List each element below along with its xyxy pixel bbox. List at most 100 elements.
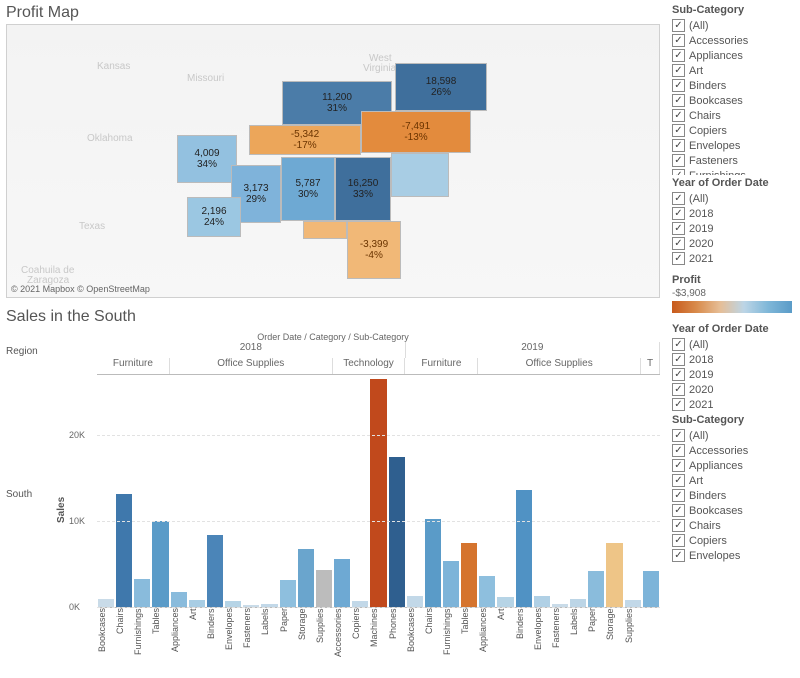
check-icon: ✓ xyxy=(672,519,685,532)
filter-checkbox[interactable]: ✓Bookcases xyxy=(672,503,800,518)
filter-checkbox[interactable]: ✓2021 xyxy=(672,397,800,412)
state-florida[interactable]: -3,399-4% xyxy=(347,221,401,279)
y-tick: 0K xyxy=(69,602,80,612)
bar-Tables[interactable] xyxy=(461,543,477,607)
sales-path: Order Date / Category / Sub-Category xyxy=(6,332,660,342)
filter-label: (All) xyxy=(689,20,709,32)
filter-checkbox[interactable]: ✓Art xyxy=(672,473,800,488)
bar-Furnishings[interactable] xyxy=(443,561,459,607)
state-arkansas[interactable]: 4,00934% xyxy=(177,135,237,183)
x-tick: Fasteners xyxy=(551,608,569,678)
filter-checkbox[interactable]: ✓2020 xyxy=(672,382,800,397)
filter-checkbox[interactable]: ✓Copiers xyxy=(672,533,800,548)
filter-checkbox[interactable]: ✓(All) xyxy=(672,428,800,443)
filter-label: 2018 xyxy=(689,354,713,366)
y-tick: 10K xyxy=(69,516,85,526)
filter-checkbox[interactable]: ✓Appliances xyxy=(672,48,800,63)
bar-Furnishings[interactable] xyxy=(134,579,150,607)
bar-Machines[interactable] xyxy=(370,379,386,607)
filter-checkbox[interactable]: ✓2018 xyxy=(672,206,800,221)
filter-checkbox[interactable]: ✓Chairs xyxy=(672,108,800,123)
check-icon: ✓ xyxy=(672,169,685,175)
filter-label: Chairs xyxy=(689,110,721,122)
bar-Accessories[interactable] xyxy=(334,559,350,607)
check-icon: ✓ xyxy=(672,368,685,381)
bar-Appliances[interactable] xyxy=(171,592,187,607)
map-bg-label: Texas xyxy=(79,221,105,232)
bar-Art[interactable] xyxy=(497,597,513,607)
x-tick: Chairs xyxy=(115,608,133,678)
x-tick: Tables xyxy=(151,608,169,678)
bar-Storage[interactable] xyxy=(298,549,314,607)
bar-Binders[interactable] xyxy=(207,535,223,607)
bar-Phones[interactable] xyxy=(389,457,405,607)
state-tennessee[interactable]: -5,342-17% xyxy=(249,125,361,155)
state-floridapan[interactable] xyxy=(303,221,347,239)
state-north-carolina[interactable]: -7,491-13% xyxy=(361,111,471,153)
filter-checkbox[interactable]: ✓Bookcases xyxy=(672,93,800,108)
filter-checkbox[interactable]: ✓(All) xyxy=(672,18,800,33)
check-icon: ✓ xyxy=(672,338,685,351)
filter-subcat-title: Sub-Category xyxy=(672,4,800,16)
filter-label: Accessories xyxy=(689,35,748,47)
bar-Bookcases[interactable] xyxy=(407,596,423,607)
region-value: South xyxy=(6,380,54,608)
bar-Binders[interactable] xyxy=(516,490,532,607)
check-icon: ✓ xyxy=(672,139,685,152)
sales-axis-label: Sales xyxy=(54,342,69,678)
state-south-carolina[interactable] xyxy=(391,153,449,197)
region-header: Region xyxy=(6,342,54,380)
filter-checkbox[interactable]: ✓2020 xyxy=(672,236,800,251)
filter-checkbox[interactable]: ✓Appliances xyxy=(672,458,800,473)
bar-Art[interactable] xyxy=(189,600,205,607)
filter-checkbox[interactable]: ✓2018 xyxy=(672,352,800,367)
filter-checkbox[interactable]: ✓(All) xyxy=(672,337,800,352)
filter-checkbox[interactable]: ✓Accessories xyxy=(672,33,800,48)
bar-Appliances[interactable] xyxy=(479,576,495,607)
x-tick xyxy=(642,608,660,678)
state-virginia[interactable]: 18,59826% xyxy=(395,63,487,111)
state-sales: 4,009 xyxy=(194,148,219,159)
filter-checkbox[interactable]: ✓Copiers xyxy=(672,123,800,138)
state-sales: 11,200 xyxy=(322,92,352,103)
x-tick: Accessories xyxy=(333,608,351,678)
state-alabama[interactable]: 5,78730% xyxy=(281,157,335,221)
map-bg-label: Kansas xyxy=(97,61,130,72)
x-tick: Bookcases xyxy=(406,608,424,678)
filter-checkbox[interactable]: ✓2019 xyxy=(672,367,800,382)
filter-checkbox[interactable]: ✓Envelopes xyxy=(672,138,800,153)
filter-checkbox[interactable]: ✓Art xyxy=(672,63,800,78)
bar-Supplies[interactable] xyxy=(625,600,641,607)
filter-checkbox[interactable]: ✓(All) xyxy=(672,191,800,206)
filter-label: 2021 xyxy=(689,253,713,265)
filter-checkbox[interactable]: ✓Furnishings xyxy=(672,168,800,175)
filter-checkbox[interactable]: ✓Fasteners xyxy=(672,153,800,168)
filter-label: 2019 xyxy=(689,223,713,235)
bar-Chairs[interactable] xyxy=(116,494,132,607)
bar-Bookcases[interactable] xyxy=(98,599,114,607)
bar-Envelopes[interactable] xyxy=(534,596,550,607)
sales-bar-chart[interactable]: 20182019 FurnitureOffice SuppliesTechnol… xyxy=(97,342,660,678)
bar-extra[interactable] xyxy=(643,571,659,607)
bar-Paper[interactable] xyxy=(588,571,604,607)
state-sales: 16,250 xyxy=(348,178,379,189)
profit-map[interactable]: KansasMissouriWestVirginiaOklahomaTexasC… xyxy=(6,24,660,298)
filter-label: Envelopes xyxy=(689,550,740,562)
filter-checkbox[interactable]: ✓Chairs xyxy=(672,518,800,533)
filter-checkbox[interactable]: ✓Binders xyxy=(672,488,800,503)
filter-checkbox[interactable]: ✓Binders xyxy=(672,78,800,93)
bar-Tables[interactable] xyxy=(152,521,168,607)
filter-checkbox[interactable]: ✓2019 xyxy=(672,221,800,236)
check-icon: ✓ xyxy=(672,207,685,220)
bar-Labels[interactable] xyxy=(570,599,586,607)
bar-Paper[interactable] xyxy=(280,580,296,607)
bar-Supplies[interactable] xyxy=(316,570,332,607)
filter-checkbox[interactable]: ✓Accessories xyxy=(672,443,800,458)
filter-checkbox[interactable]: ✓Envelopes xyxy=(672,548,800,563)
state-louisiana[interactable]: 2,19624% xyxy=(187,197,241,237)
bar-Storage[interactable] xyxy=(606,543,622,607)
state-sales: 2,196 xyxy=(201,206,226,217)
bar-Chairs[interactable] xyxy=(425,519,441,607)
filter-checkbox[interactable]: ✓2021 xyxy=(672,251,800,266)
state-georgia[interactable]: 16,25033% xyxy=(335,157,391,221)
